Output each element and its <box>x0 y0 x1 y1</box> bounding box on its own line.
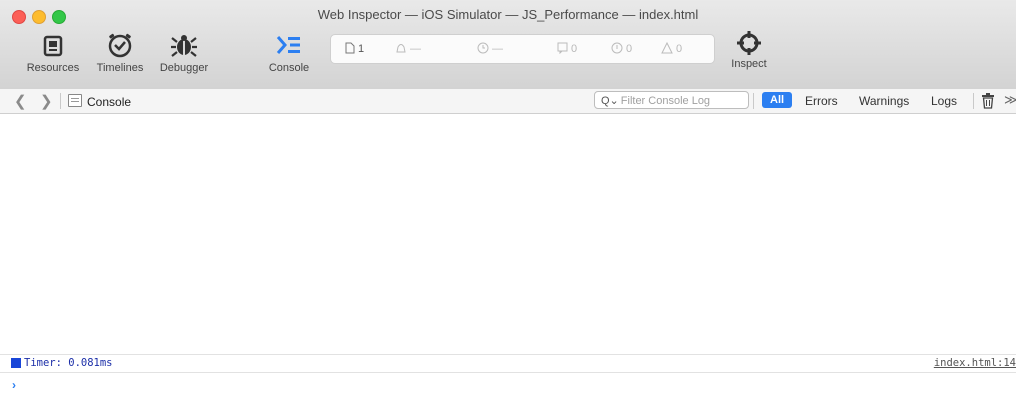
clock-icon <box>477 42 489 54</box>
log-message-icon <box>557 42 568 55</box>
resources-label: Resources <box>26 62 80 74</box>
console-log-area[interactable]: Timer: 0.081ms index.html:14 › <box>0 114 1016 415</box>
breadcrumb[interactable]: Console <box>68 94 131 109</box>
resources-tab-button[interactable]: Resources <box>24 30 82 74</box>
error-count[interactable]: 0 <box>611 42 632 55</box>
scope-all-button[interactable]: All <box>762 92 793 108</box>
debugger-label: Debugger <box>159 62 209 74</box>
trash-divider <box>973 93 974 109</box>
error-icon <box>611 42 623 54</box>
resources-icon <box>43 35 63 57</box>
load-time[interactable]: — <box>395 42 421 55</box>
console-tab-button[interactable]: Console <box>262 30 316 74</box>
window-title: Web Inspector — iOS Simulator — JS_Perfo… <box>317 7 699 22</box>
title-toolbar: Web Inspector — iOS Simulator — JS_Perfo… <box>0 0 1016 90</box>
scope-warnings-button[interactable]: Warnings <box>859 94 909 108</box>
forward-arrow-icon[interactable]: ❯ <box>40 92 53 110</box>
navigation-bar: ❮ ❯ Console Q⌄ Filter Console Log All Err… <box>0 89 1016 114</box>
log-count[interactable]: 0 <box>557 42 577 55</box>
web-inspector-window: Web Inspector — iOS Simulator — JS_Perfo… <box>0 0 1016 415</box>
console-message-text: Timer: 0.081ms <box>24 357 113 369</box>
overflow-chevron-icon[interactable]: ≫ <box>1004 92 1016 108</box>
log-count-value: 0 <box>571 43 578 55</box>
document-icon <box>345 42 355 54</box>
resource-count[interactable]: 1 <box>345 42 364 55</box>
breadcrumb-label: Console <box>87 95 132 109</box>
search-icon: Q⌄ <box>601 95 619 107</box>
debugger-tab-button[interactable]: Debugger <box>156 30 212 74</box>
warning-count[interactable]: 0 <box>661 41 683 55</box>
timeline-time-value: — <box>492 43 503 55</box>
error-count-value: 0 <box>626 43 633 55</box>
inspect-button[interactable]: Inspect <box>724 30 774 70</box>
bug-icon <box>171 35 197 57</box>
scope-logs-button[interactable]: Logs <box>931 94 957 108</box>
trash-icon[interactable] <box>981 93 995 109</box>
filter-placeholder: Filter Console Log <box>620 95 711 107</box>
resource-count-value: 1 <box>358 43 365 55</box>
console-label: Console <box>268 62 310 74</box>
filter-console-input[interactable]: Q⌄ Filter Console Log <box>594 91 749 109</box>
console-icon <box>276 36 300 54</box>
stopwatch-icon <box>108 33 132 58</box>
warning-count-value: 0 <box>676 43 683 55</box>
bell-icon <box>396 44 406 53</box>
console-doc-icon <box>68 94 82 107</box>
inspect-label: Inspect <box>731 58 767 70</box>
scope-divider <box>753 93 754 109</box>
scope-errors-button[interactable]: Errors <box>805 94 838 108</box>
timer-marker-icon <box>11 358 21 368</box>
crosshair-icon <box>737 31 761 55</box>
nav-divider <box>60 93 61 109</box>
timelines-tab-button[interactable]: Timelines <box>92 30 148 74</box>
timelines-label: Timelines <box>96 62 144 74</box>
back-arrow-icon[interactable]: ❮ <box>14 92 27 110</box>
timeline-time[interactable]: — <box>477 42 503 55</box>
source-location-link[interactable]: index.html:14 <box>934 357 1016 369</box>
load-time-value: — <box>410 43 421 55</box>
console-message-row[interactable]: Timer: 0.081ms index.html:14 <box>0 354 1016 373</box>
warning-icon <box>661 41 673 54</box>
console-prompt-icon[interactable]: › <box>12 378 16 392</box>
activity-viewer: 1 — — 0 0 0 <box>330 34 715 64</box>
